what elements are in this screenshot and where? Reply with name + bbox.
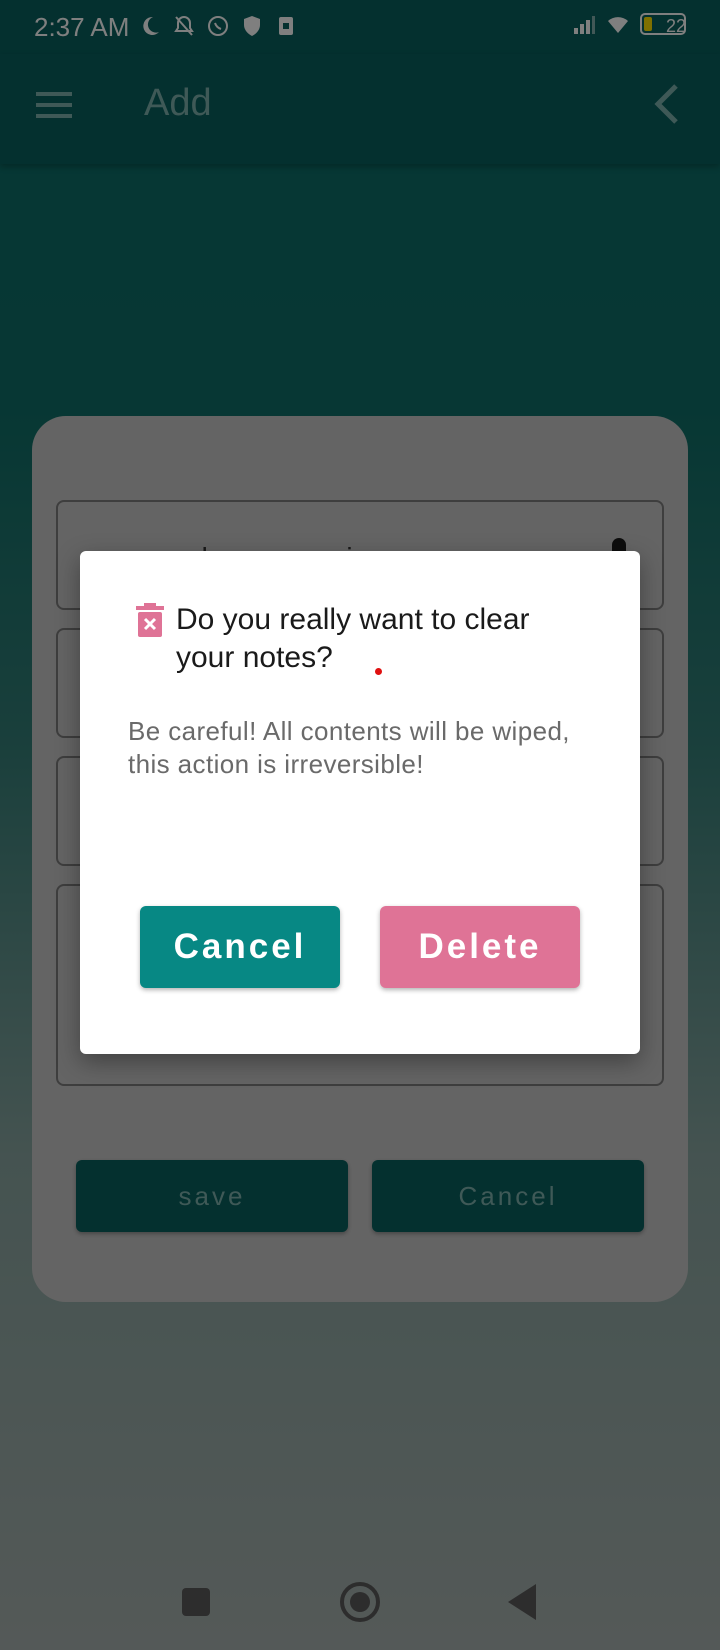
touch-indicator-dot: [375, 668, 382, 675]
dialog-cancel-button[interactable]: Cancel: [140, 906, 340, 988]
dialog-delete-button[interactable]: Delete: [380, 906, 580, 988]
trash-x-icon: [136, 603, 164, 637]
dialog-message: Be careful! All contents will be wiped, …: [128, 716, 570, 779]
dialog-title: Do you really want to clear your notes?: [176, 603, 530, 674]
clear-notes-dialog: Do you really want to clear your notes? …: [80, 551, 640, 1054]
